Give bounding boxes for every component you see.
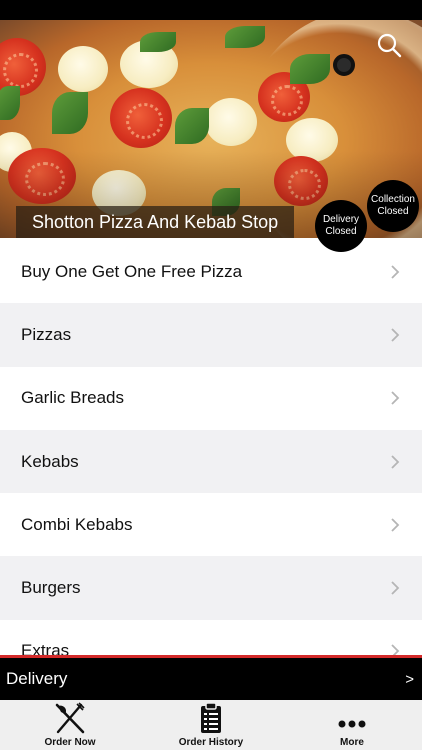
category-row-kebabs[interactable]: Kebabs: [0, 429, 422, 494]
chevron-right-icon: [391, 391, 400, 405]
tab-label: Order History: [178, 737, 244, 748]
category-row-combi-kebabs[interactable]: Combi Kebabs: [0, 493, 422, 556]
tab-order-history[interactable]: Order History: [141, 700, 281, 750]
category-label: Burgers: [21, 578, 81, 598]
chevron-right-icon: [391, 518, 400, 532]
bottom-tab-bar: Order Now Order History More: [0, 700, 422, 750]
delivery-status-value: Closed: [325, 226, 357, 237]
chevron-right-icon: [391, 454, 400, 469]
category-row-burgers[interactable]: Burgers: [0, 556, 422, 620]
chevron-right-icon: [391, 265, 400, 279]
search-icon[interactable]: [376, 32, 402, 58]
delivery-mode-arrow: >: [405, 670, 414, 688]
tab-order-now[interactable]: Order Now: [0, 700, 140, 750]
category-row-pizzas[interactable]: Pizzas: [0, 303, 422, 367]
chevron-right-icon: [391, 581, 400, 595]
collection-status-badge: Collection Closed: [367, 180, 419, 232]
category-label: Buy One Get One Free Pizza: [21, 261, 243, 281]
category-label: Kebabs: [21, 451, 79, 471]
category-label: Garlic Breads: [21, 388, 124, 408]
tab-label: Order Now: [44, 737, 96, 748]
category-row-bogof-pizza[interactable]: Buy One Get One Free Pizza: [0, 240, 422, 303]
delivery-mode-label: Delivery: [6, 669, 68, 688]
delivery-status-label: Delivery: [322, 214, 360, 225]
collection-status-value: Closed: [377, 206, 409, 217]
tab-label: More: [340, 737, 364, 748]
fork-knife-icon: [55, 702, 85, 734]
more-dots-icon: [338, 720, 366, 728]
delivery-mode-bar[interactable]: Delivery >: [0, 655, 422, 700]
clipboard-list-icon: [201, 702, 221, 733]
status-bar: [0, 0, 422, 20]
category-label: Pizzas: [21, 324, 72, 344]
category-label: Combi Kebabs: [21, 514, 133, 534]
category-row-garlic-breads[interactable]: Garlic Breads: [0, 367, 422, 430]
chevron-right-icon: [391, 328, 400, 342]
store-name: Shotton Pizza And Kebab Stop: [16, 206, 295, 238]
hero-pizza-image: Shotton Pizza And Kebab Stop: [0, 20, 422, 238]
collection-status-label: Collection: [371, 194, 415, 205]
category-list: Buy One Get One Free Pizza Pizzas Garlic…: [0, 240, 422, 683]
tab-more[interactable]: More: [282, 700, 422, 750]
